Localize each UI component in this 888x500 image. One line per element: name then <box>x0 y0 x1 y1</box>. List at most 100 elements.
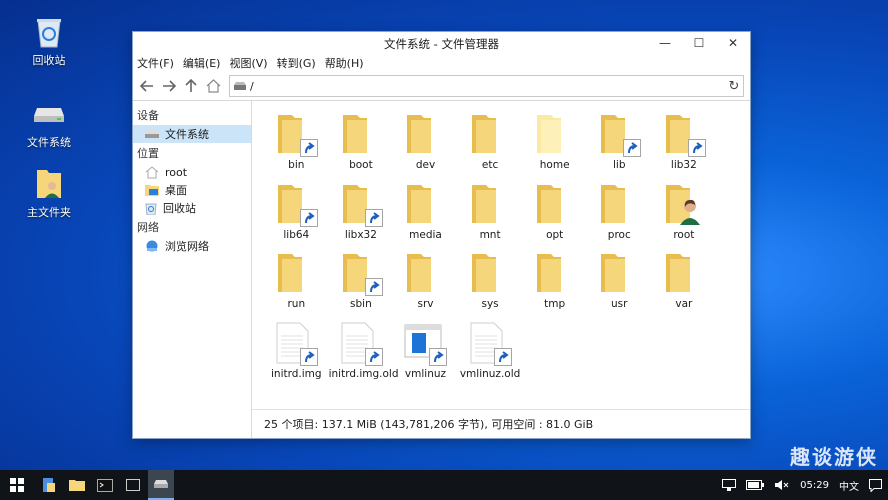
file-item[interactable]: opt <box>522 181 587 251</box>
menu-bar: 文件(F) 编辑(E) 视图(V) 转到(G) 帮助(H) <box>133 54 750 72</box>
file-name: lib32 <box>670 159 697 171</box>
file-item[interactable]: initrd.img <box>264 320 329 390</box>
back-button[interactable] <box>139 78 155 94</box>
arrow-up-icon <box>185 79 197 92</box>
minimize-button[interactable]: — <box>648 32 682 54</box>
file-item[interactable]: lib64 <box>264 181 329 251</box>
desktop-icon-label: 回收站 <box>32 54 66 67</box>
battery-icon[interactable] <box>746 480 765 490</box>
file-item[interactable]: root <box>652 181 717 251</box>
shortcut-arrow-icon <box>494 347 513 366</box>
file-name: vmlinuz.old <box>459 367 521 380</box>
desktop-icon-recycle-bin[interactable]: 回收站 <box>19 16 79 68</box>
sidebar: 设备 文件系统 位置 root 桌面 回收站 网络 浏览网络 <box>133 101 252 438</box>
file-item[interactable]: libx32 <box>329 181 394 251</box>
file-item[interactable]: sys <box>458 250 523 320</box>
start-button[interactable] <box>0 470 34 500</box>
file-item[interactable]: tmp <box>522 250 587 320</box>
file-item[interactable]: etc <box>458 111 523 181</box>
file-name: initrd.img.old <box>328 367 399 380</box>
sidebar-header-devices: 设备 <box>137 109 159 122</box>
ime-indicator[interactable]: 中文 <box>839 478 859 493</box>
file-item[interactable]: lib <box>587 111 652 181</box>
system-tray: 05:29 中文 <box>722 470 882 500</box>
sidebar-item-filesystem[interactable]: 文件系统 <box>133 125 251 143</box>
sidebar-item-label: 回收站 <box>163 202 196 215</box>
menu-edit[interactable]: 编辑(E) <box>183 55 221 71</box>
notification-icon[interactable] <box>869 478 882 492</box>
file-item[interactable]: initrd.img.old <box>328 320 399 390</box>
windows-logo-icon <box>10 478 24 492</box>
arrow-right-icon <box>163 80 176 92</box>
close-button[interactable]: ✕ <box>716 32 750 54</box>
folder-icon <box>531 181 579 227</box>
file-name: dev <box>415 159 436 171</box>
desktop-icon-home[interactable]: 主文件夹 <box>19 168 79 220</box>
file-item[interactable]: run <box>264 250 329 320</box>
file-name: libx32 <box>344 228 377 241</box>
file-item[interactable]: lib32 <box>652 111 717 181</box>
file-item[interactable]: srv <box>393 250 458 320</box>
up-button[interactable] <box>183 78 199 94</box>
file-item[interactable]: boot <box>329 111 394 181</box>
file-name: initrd.img <box>271 367 322 380</box>
address-bar[interactable]: / ↻ <box>229 75 744 97</box>
folder-icon <box>595 181 643 227</box>
shortcut-arrow-icon <box>300 347 319 366</box>
file-item[interactable]: media <box>393 181 458 251</box>
title-bar[interactable]: 文件系统 - 文件管理器 — ☐ ✕ <box>133 32 750 54</box>
file-item[interactable]: bin <box>264 111 329 181</box>
file-item[interactable]: vmlinuz <box>393 320 458 390</box>
address-path: / <box>250 79 254 93</box>
maximize-button[interactable]: ☐ <box>682 32 716 54</box>
forward-button[interactable] <box>161 78 177 94</box>
shortcut-arrow-icon <box>687 139 706 157</box>
sidebar-item-root[interactable]: root <box>133 163 251 181</box>
file-link-icon <box>466 320 514 366</box>
display-icon[interactable] <box>722 479 737 491</box>
home-icon <box>145 165 159 178</box>
taskbar-folder[interactable] <box>64 470 90 500</box>
shortcut-arrow-icon <box>429 347 448 366</box>
desktop-icon-label: 主文件夹 <box>27 206 71 219</box>
reload-icon[interactable]: ↻ <box>725 79 743 94</box>
sidebar-item-desktop[interactable]: 桌面 <box>133 181 251 199</box>
folder-link-icon <box>272 111 320 157</box>
file-name: lib64 <box>283 228 310 241</box>
file-name: usr <box>611 298 628 310</box>
file-item[interactable]: home <box>522 111 587 181</box>
file-item[interactable]: usr <box>587 250 652 320</box>
file-item[interactable]: mnt <box>458 181 523 251</box>
folder-icon <box>337 111 385 157</box>
file-item[interactable]: vmlinuz.old <box>458 320 523 390</box>
file-name: proc <box>607 228 631 241</box>
taskbar-window[interactable] <box>120 470 146 500</box>
taskbar-file-manager[interactable] <box>148 470 174 500</box>
folder-link-icon <box>337 250 385 296</box>
file-item[interactable]: sbin <box>329 250 394 320</box>
home-button[interactable] <box>205 78 221 94</box>
file-item[interactable]: dev <box>393 111 458 181</box>
clock[interactable]: 05:29 <box>800 480 829 491</box>
user-folder-icon <box>660 181 708 227</box>
folder-icon <box>401 181 449 227</box>
menu-go[interactable]: 转到(G) <box>277 55 316 71</box>
menu-help[interactable]: 帮助(H) <box>325 55 364 71</box>
volume-muted-icon[interactable] <box>774 479 790 491</box>
menu-file[interactable]: 文件(F) <box>137 55 174 71</box>
folder-icon <box>660 250 708 296</box>
taskbar-files[interactable] <box>36 470 62 500</box>
sidebar-item-browse-network[interactable]: 浏览网络 <box>133 237 251 255</box>
desktop-icon-filesystem[interactable]: 文件系统 <box>19 98 79 150</box>
menu-view[interactable]: 视图(V) <box>229 55 267 71</box>
sidebar-header-places: 位置 <box>137 147 159 160</box>
file-item[interactable]: proc <box>587 181 652 251</box>
shortcut-arrow-icon <box>623 139 642 157</box>
sidebar-item-label: 文件系统 <box>165 128 209 141</box>
taskbar-terminal[interactable] <box>92 470 118 500</box>
sidebar-item-trash[interactable]: 回收站 <box>133 199 251 217</box>
file-item[interactable]: var <box>652 250 717 320</box>
window-icon <box>126 479 140 491</box>
folder-icon <box>466 181 514 227</box>
folder-icon <box>272 250 320 296</box>
